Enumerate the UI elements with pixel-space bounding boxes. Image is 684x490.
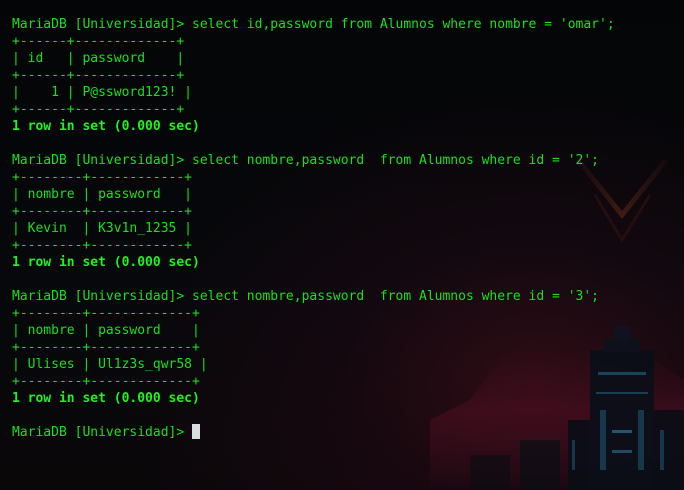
table-header-row: | id | password | <box>12 51 185 66</box>
result-summary: 1 row in set (0.000 sec) <box>12 119 200 134</box>
table-border: +--------+------------+ <box>12 204 193 219</box>
terminal-output: MariaDB [Universidad]> select id,passwor… <box>12 16 676 490</box>
result-summary: 1 row in set (0.000 sec) <box>12 391 200 406</box>
table-border: +------+-------------+ <box>12 68 185 83</box>
table-border: +--------+-------------+ <box>12 374 200 389</box>
text-cursor <box>192 424 201 439</box>
table-row: | 1 | P@ssword123! | <box>12 85 193 100</box>
table-border: +--------+------------+ <box>12 170 193 185</box>
table-border: +------+-------------+ <box>12 102 185 117</box>
table-border: +------+-------------+ <box>12 34 185 49</box>
table-header-row: | nombre | password | <box>12 187 193 202</box>
prompt-text: MariaDB [Universidad]> <box>12 425 193 440</box>
table-row: | Ulises | Ul1z3s_qwr58 | <box>12 357 208 372</box>
prompt-line: MariaDB [Universidad]> select nombre,pas… <box>12 289 599 304</box>
table-border: +--------+------------+ <box>12 238 193 253</box>
terminal-window[interactable]: MariaDB [Universidad]> select id,passwor… <box>0 0 684 490</box>
prompt-line: MariaDB [Universidad]> select nombre,pas… <box>12 153 599 168</box>
table-border: +--------+-------------+ <box>12 306 200 321</box>
table-header-row: | nombre | password | <box>12 323 200 338</box>
table-row: | Kevin | K3v1n_1235 | <box>12 221 193 236</box>
active-prompt-line[interactable]: MariaDB [Universidad]> <box>12 424 676 441</box>
prompt-line: MariaDB [Universidad]> select id,passwor… <box>12 17 615 32</box>
result-summary: 1 row in set (0.000 sec) <box>12 255 200 270</box>
table-border: +--------+-------------+ <box>12 340 200 355</box>
